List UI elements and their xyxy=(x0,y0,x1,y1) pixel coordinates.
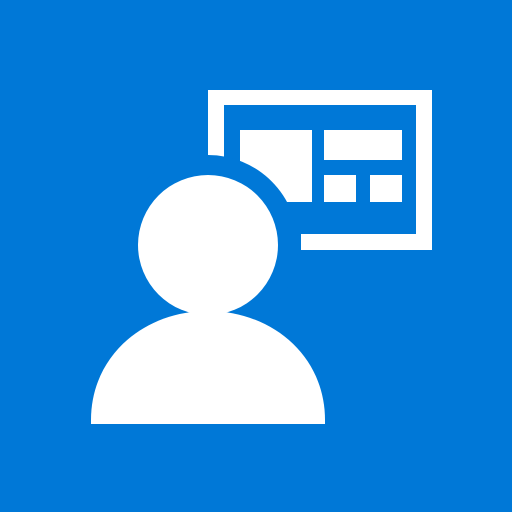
dashboard-top-panel xyxy=(324,130,402,160)
dashboard-small-panel-right xyxy=(370,175,402,202)
app-tile[interactable] xyxy=(0,0,512,512)
dashboard-small-panel-left xyxy=(324,175,356,202)
person-head xyxy=(138,175,278,315)
person-body xyxy=(91,311,325,424)
person-with-dashboard-screen-icon xyxy=(91,90,432,424)
